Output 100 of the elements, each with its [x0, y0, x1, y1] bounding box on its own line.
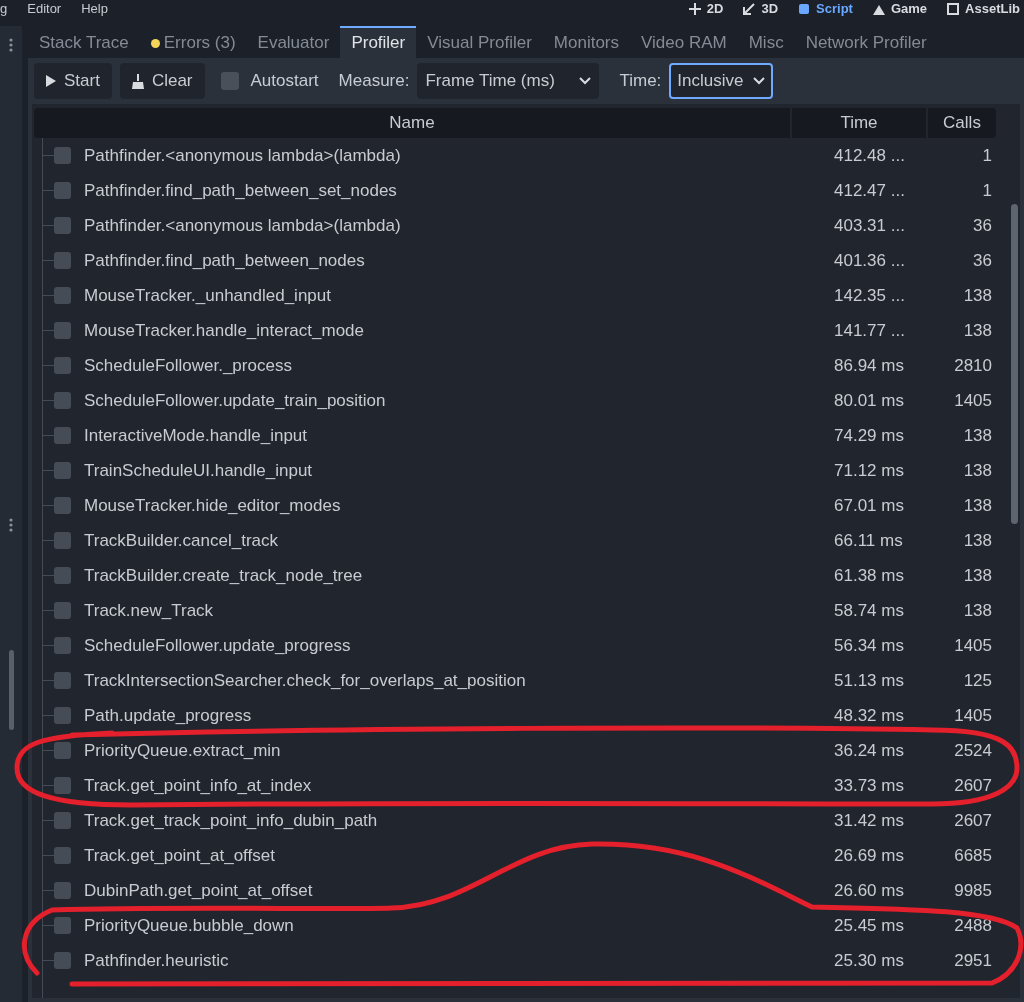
time-value: 26.60 ms — [834, 879, 905, 902]
time-value: 25.30 ms — [834, 949, 905, 972]
debugger-tab[interactable]: Errors (3) — [139, 26, 247, 58]
function-name: TrainScheduleUI.handle_input — [84, 459, 314, 482]
autostart-checkbox[interactable]: Autostart — [220, 68, 319, 94]
menu-item[interactable]: g — [0, 0, 8, 19]
calls-count: 6685 — [953, 844, 993, 867]
play-icon — [46, 75, 56, 87]
row-checkbox[interactable] — [54, 322, 71, 339]
time-value: 142.35 ... — [834, 284, 906, 307]
time-value: 58.74 ms — [834, 599, 905, 622]
calls-count: 138 — [962, 564, 993, 587]
column-header[interactable]: Calls — [926, 108, 996, 138]
scrollbar-thumb[interactable] — [8, 650, 14, 730]
debugger-tab[interactable]: Profiler — [340, 26, 417, 58]
time-value: 67.01 ms — [834, 494, 905, 517]
calls-count: 2951 — [953, 949, 993, 972]
row-checkbox[interactable] — [54, 252, 71, 269]
debugger-tab[interactable]: Network Profiler — [794, 26, 938, 58]
workspace-tab[interactable]: 3D — [743, 0, 779, 19]
row-checkbox[interactable] — [54, 182, 71, 199]
debugger-tab[interactable]: Video RAM — [630, 26, 738, 58]
function-name: MouseTracker.hide_editor_modes — [84, 494, 342, 517]
row-checkbox[interactable] — [54, 707, 71, 724]
function-name: TrackBuilder.cancel_track — [84, 529, 279, 552]
calls-count: 138 — [962, 424, 993, 447]
calls-count: 2810 — [953, 354, 993, 377]
time-value: 412.48 ... — [834, 144, 906, 167]
row-checkbox[interactable] — [54, 917, 71, 934]
function-name: Track.new_Track — [84, 599, 215, 622]
debugger-tab[interactable]: Evaluator — [246, 26, 341, 58]
calls-count: 2524 — [953, 739, 993, 762]
start-button[interactable]: Start — [34, 63, 112, 99]
time-value: 33.73 ms — [834, 774, 905, 797]
row-checkbox[interactable] — [54, 742, 71, 759]
row-checkbox[interactable] — [54, 427, 71, 444]
function-name: TrackIntersectionSearcher.check_for_overlaps_at_position — [84, 669, 527, 692]
game-icon — [872, 3, 885, 15]
debugger-tab[interactable]: Visual Profiler — [416, 26, 543, 58]
row-checkbox[interactable] — [54, 497, 71, 514]
calls-count: 1405 — [953, 704, 993, 727]
row-checkbox[interactable] — [54, 462, 71, 479]
calls-count: 1405 — [953, 634, 993, 657]
row-checkbox[interactable] — [54, 147, 71, 164]
calls-count: 36 — [972, 249, 993, 272]
menu-item[interactable]: Editor — [27, 0, 62, 19]
row-checkbox[interactable] — [54, 357, 71, 374]
calls-count: 138 — [962, 529, 993, 552]
time-value: 401.36 ... — [834, 249, 906, 272]
time-value: 48.32 ms — [834, 704, 905, 727]
time-dropdown[interactable]: Inclusive — [669, 63, 774, 99]
time-value: 51.13 ms — [834, 669, 905, 692]
function-name: ScheduleFollower._process — [84, 354, 293, 377]
row-checkbox[interactable] — [54, 392, 71, 409]
row-checkbox[interactable] — [54, 217, 71, 234]
workspace-tab[interactable]: Script — [798, 0, 853, 19]
drag-handle-icon[interactable] — [9, 38, 13, 52]
function-name: Path.update_progress — [84, 704, 253, 727]
row-checkbox[interactable] — [54, 287, 71, 304]
calls-count: 1 — [981, 144, 993, 167]
row-checkbox[interactable] — [54, 812, 71, 829]
calls-count: 138 — [962, 599, 993, 622]
workspace-tab[interactable]: AssetLib — [947, 0, 1020, 19]
row-checkbox[interactable] — [54, 672, 71, 689]
column-header[interactable]: Time — [790, 108, 926, 138]
row-checkbox[interactable] — [54, 882, 71, 899]
function-name: InteractiveMode.handle_input — [84, 424, 309, 447]
function-name: ScheduleFollower.update_progress — [84, 634, 352, 657]
drag-handle-icon[interactable] — [9, 518, 13, 532]
function-name: Pathfinder.<anonymous lambda>(lambda) — [84, 214, 402, 237]
function-name: Pathfinder.heuristic — [84, 949, 230, 972]
function-name: Track.get_point_at_offset — [84, 844, 276, 867]
measure-label: Measure: — [338, 70, 410, 93]
workspace-tab[interactable]: Game — [872, 0, 928, 19]
time-value: 71.12 ms — [834, 459, 905, 482]
calls-count: 36 — [972, 214, 993, 237]
scrollbar-thumb[interactable] — [1011, 204, 1018, 524]
axes-icon — [743, 3, 756, 15]
debugger-tab[interactable]: Monitors — [542, 26, 630, 58]
measure-dropdown[interactable]: Frame Time (ms) — [417, 63, 600, 99]
calls-count: 1 — [981, 179, 993, 202]
row-checkbox[interactable] — [54, 952, 71, 969]
function-name: Pathfinder.<anonymous lambda>(lambda) — [84, 144, 402, 167]
workspace-tab[interactable]: 2D — [688, 0, 724, 19]
row-checkbox[interactable] — [54, 602, 71, 619]
row-checkbox[interactable] — [54, 777, 71, 794]
row-checkbox[interactable] — [54, 532, 71, 549]
column-header[interactable]: Name — [34, 108, 790, 138]
clear-button[interactable]: Clear — [119, 63, 205, 99]
row-checkbox[interactable] — [54, 847, 71, 864]
time-value: 141.77 ... — [834, 319, 906, 342]
menu-item[interactable]: Help — [81, 0, 108, 19]
row-checkbox[interactable] — [54, 637, 71, 654]
debugger-tab[interactable]: Misc — [737, 26, 795, 58]
row-checkbox[interactable] — [54, 567, 71, 584]
debugger-tab[interactable]: Stack Trace — [28, 26, 140, 58]
time-value: 66.11 ms — [834, 529, 904, 552]
function-name: Track.get_track_point_info_dubin_path — [84, 809, 379, 832]
calls-count: 125 — [962, 669, 993, 692]
time-value: 80.01 ms — [834, 389, 905, 412]
